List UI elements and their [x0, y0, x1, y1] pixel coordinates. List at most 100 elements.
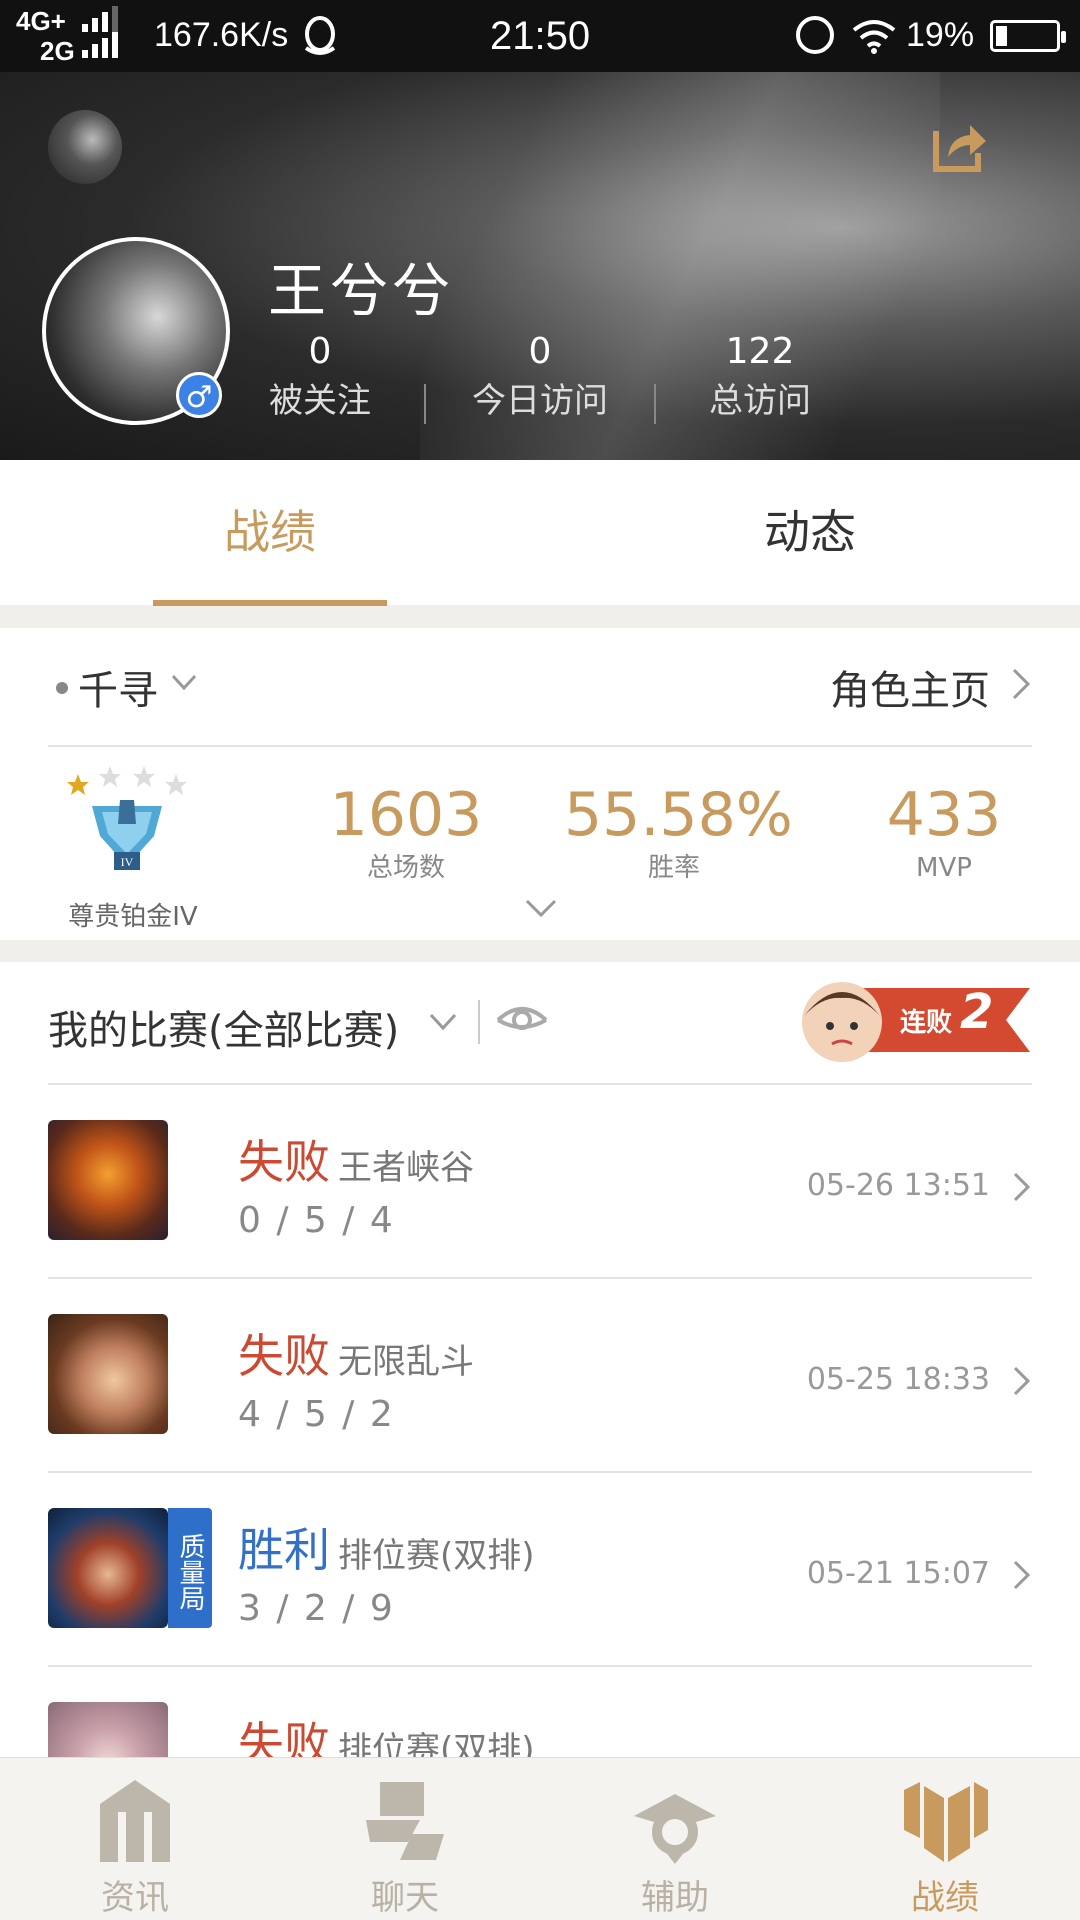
network-type-primary: 4G+ — [16, 6, 66, 36]
network-speed: 167.6K/s — [154, 16, 289, 54]
stat-value: 433 — [886, 780, 1002, 850]
match-mode: 排位赛(双排) — [338, 1730, 535, 1757]
tab-activity[interactable]: 动态 — [693, 460, 927, 605]
stat-label: 总场数 — [366, 853, 445, 883]
stat-value: 1603 — [329, 780, 483, 850]
chevron-right-icon — [1013, 1560, 1031, 1590]
match-result: 失败 — [238, 1717, 330, 1757]
streak-count: 2 — [960, 984, 994, 1040]
stat-label: 胜率 — [647, 853, 700, 883]
role-homepage-link[interactable]: 角色主页 — [830, 658, 990, 716]
match-mode: 王者峡谷 — [338, 1148, 474, 1188]
match-mode: 排位赛(双排) — [338, 1536, 535, 1576]
match-mode: 无限乱斗 — [338, 1342, 474, 1382]
streak-label: 连败 — [900, 1008, 953, 1038]
rank-name: 尊贵铂金IV — [68, 902, 198, 932]
character-dot — [56, 682, 68, 694]
stat-divider — [654, 384, 656, 424]
chevron-right-icon — [1013, 1172, 1031, 1202]
match-date: 05-25 18:33 — [806, 1362, 990, 1397]
hero-portrait — [48, 1702, 168, 1757]
battery-percent: 19% — [906, 16, 975, 54]
record-icon — [904, 1782, 988, 1862]
profile-header: ♂ 王兮兮 0 被关注 0 今日访问 122 总访问 — [0, 72, 1080, 460]
nav-item-news[interactable]: 资讯 — [0, 1758, 270, 1920]
qq-icon — [304, 16, 336, 55]
chevron-down-icon[interactable] — [170, 668, 198, 696]
character-card: 千寻 角色主页 IV 尊贵铂金IV 1603 总场数 55.58% 胜率 433… — [0, 628, 1080, 940]
match-filter[interactable]: 我的比赛(全部比赛) — [48, 998, 399, 1056]
alarm-icon — [796, 16, 834, 54]
stat-label: 被关注 — [269, 381, 371, 421]
match-row[interactable]: 失败 排位赛(双排) — [0, 1666, 1080, 1757]
divider — [478, 1000, 480, 1044]
stat-label: 今日访问 — [472, 381, 608, 421]
stat-today-visits[interactable]: 0 今日访问 — [460, 330, 620, 426]
divider — [48, 745, 1032, 747]
expand-chevron-icon[interactable] — [524, 896, 558, 920]
profile-tabs: 战绩 动态 — [0, 460, 1080, 606]
nav-item-records[interactable]: 战绩 — [810, 1758, 1080, 1920]
active-tab-indicator — [153, 600, 387, 606]
chevron-right-icon — [1013, 1366, 1031, 1396]
news-icon — [100, 1780, 170, 1862]
match-kda: 4 / 5 / 2 — [238, 1394, 395, 1435]
stat-total-games: 1603 总场数 — [296, 780, 516, 886]
nav-label: 聊天 — [371, 1878, 439, 1918]
match-list-section: 我的比赛(全部比赛) 连败 2 失败 王者峡谷 0 / 5 / 4 05-26 … — [0, 962, 1080, 1757]
hero-portrait — [48, 1508, 168, 1628]
username: 王兮兮 — [268, 257, 455, 325]
nav-label: 资讯 — [101, 1878, 169, 1918]
match-result: 失败 — [238, 1135, 330, 1189]
match-date: 05-21 15:07 — [806, 1556, 990, 1591]
character-selector[interactable]: 千寻 — [78, 658, 158, 716]
svg-text:IV: IV — [121, 855, 134, 869]
wifi-icon — [852, 20, 896, 54]
match-row[interactable]: 质量局 胜利 排位赛(双排) 3 / 2 / 9 05-21 15:07 — [0, 1472, 1080, 1666]
hero-portrait — [48, 1120, 168, 1240]
quality-match-tag: 质量局 — [168, 1508, 212, 1628]
chat-icon — [366, 1782, 444, 1860]
network-indicator: 4G+ 2G — [16, 6, 75, 66]
tab-records[interactable]: 战绩 — [153, 460, 387, 605]
battery-fill — [996, 26, 1007, 46]
stat-total-visits[interactable]: 122 总访问 — [680, 330, 840, 426]
match-kda: 0 / 5 / 4 — [238, 1200, 395, 1241]
match-result: 失败 — [238, 1329, 330, 1383]
battery-icon — [990, 20, 1066, 52]
status-bar: 4G+ 2G 167.6K/s 21:50 19% — [0, 0, 1080, 72]
match-row[interactable]: 失败 王者峡谷 0 / 5 / 4 05-26 13:51 — [0, 1084, 1080, 1278]
stat-label: MVP — [916, 853, 972, 883]
gender-male-icon: ♂ — [176, 372, 222, 418]
nav-item-chat[interactable]: 聊天 — [270, 1758, 540, 1920]
stat-divider — [424, 384, 426, 424]
bottom-navigation: 资讯 聊天 辅助 战绩 — [0, 1757, 1080, 1920]
hero-portrait — [48, 1314, 168, 1434]
nav-label: 战绩 — [911, 1878, 979, 1918]
losing-streak-badge: 连败 2 — [792, 968, 1032, 1068]
assist-icon — [634, 1794, 716, 1864]
stat-value: 0 — [308, 331, 332, 372]
stat-label: 总访问 — [709, 381, 811, 421]
share-icon[interactable] — [930, 117, 988, 175]
eye-icon[interactable] — [496, 1000, 548, 1040]
match-kda: 3 / 2 / 9 — [238, 1588, 395, 1629]
chevron-down-icon[interactable] — [428, 1010, 458, 1034]
rank-emblem-icon: IV — [67, 766, 187, 870]
stat-value: 55.58% — [564, 780, 793, 850]
nav-item-assist[interactable]: 辅助 — [540, 1758, 810, 1920]
stat-followers[interactable]: 0 被关注 — [240, 330, 400, 426]
match-result: 胜利 — [238, 1523, 330, 1577]
stat-win-rate: 55.58% 胜率 — [564, 780, 793, 886]
stat-mvp: 433 MVP — [834, 780, 1054, 886]
nav-label: 辅助 — [641, 1878, 709, 1918]
account-avatar[interactable] — [48, 110, 122, 184]
stat-value: 122 — [725, 331, 795, 372]
network-type-secondary: 2G — [40, 36, 75, 66]
chevron-right-icon[interactable] — [1008, 666, 1034, 702]
match-row[interactable]: 失败 无限乱斗 4 / 5 / 2 05-25 18:33 — [0, 1278, 1080, 1472]
stat-value: 0 — [528, 331, 552, 372]
clock: 21:50 — [490, 14, 591, 58]
signal-icon — [82, 6, 118, 58]
match-date: 05-26 13:51 — [806, 1168, 990, 1203]
